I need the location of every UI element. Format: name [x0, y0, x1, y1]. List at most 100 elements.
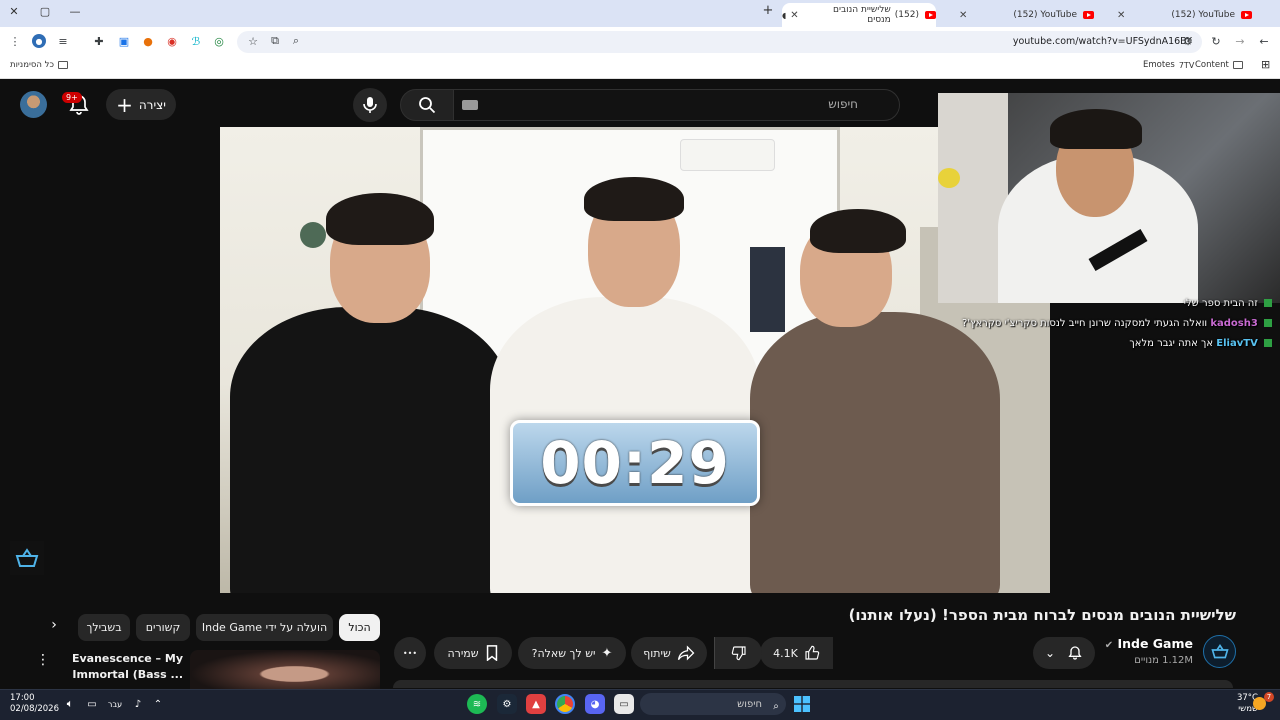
new-tab-button[interactable]: +: [760, 3, 776, 18]
chat-username: kadosh3: [1210, 318, 1258, 329]
recommendation-title-line: Immortal (Bass ...: [72, 668, 183, 681]
reading-list-icon[interactable]: ≡: [56, 34, 70, 48]
tab-active-video[interactable]: (152) שלישיית הנובים מנסים ✕ ◖: [782, 3, 936, 27]
share-button[interactable]: שיתוף: [631, 637, 707, 669]
description-box[interactable]: [393, 680, 1233, 688]
install-app-icon[interactable]: ⧉: [268, 34, 282, 48]
minimize-window-icon[interactable]: —: [67, 5, 83, 18]
bell-icon: [1068, 646, 1082, 660]
bookmark-emotes[interactable]: Emotes 7TV: [1143, 60, 1194, 70]
all-bookmarks[interactable]: כל הסימניות: [10, 60, 68, 70]
emotes-label: Emotes: [1143, 60, 1175, 70]
profile-icon[interactable]: ●: [32, 34, 46, 48]
close-tab-icon[interactable]: ✕: [959, 10, 967, 21]
chat-text: וואלה הגעתי למסקנה שרונן חייב לנסות סקרי…: [962, 318, 1208, 329]
thumbs-up-icon: [805, 645, 820, 660]
windows-start-icon[interactable]: [792, 694, 812, 714]
save-button[interactable]: שמירה: [434, 637, 512, 669]
voice-search-button[interactable]: [353, 88, 387, 122]
chat-message: זה הבית ספר שלי: [1184, 298, 1272, 309]
live-chat-overlay: זה הבית ספר שלי kadosh3 וואלה הגעתי למסק…: [938, 298, 1280, 356]
ask-label: יש לך שאלה?: [531, 646, 596, 660]
video-player[interactable]: [220, 127, 1050, 593]
more-vert-icon[interactable]: ⋮: [36, 652, 50, 668]
bookmark-star-icon[interactable]: ☆: [246, 34, 260, 48]
extension-grammarly-icon[interactable]: ◎: [212, 34, 226, 48]
discord-icon[interactable]: ◕: [585, 694, 605, 714]
emotes-icon: 7TV: [1178, 60, 1195, 70]
file-explorer-icon[interactable]: ▭: [614, 694, 634, 714]
tab-youtube-3[interactable]: (152) YouTube ✕: [1096, 3, 1252, 27]
chrome-icon[interactable]: [555, 694, 575, 714]
dislike-button[interactable]: [714, 637, 762, 669]
chat-username: EliavTV: [1216, 338, 1258, 349]
tray-chevron-icon[interactable]: ⌃: [148, 694, 168, 714]
language-indicator[interactable]: עבר: [103, 694, 127, 714]
url-text[interactable]: youtube.com/watch?v=UFSydnA16BY: [1013, 36, 1192, 47]
all-bookmarks-label: כל הסימניות: [10, 60, 54, 70]
tab-title: (152) YouTube: [1013, 10, 1077, 20]
extension-orange-icon[interactable]: ●: [141, 34, 155, 48]
keyboard-icon[interactable]: [462, 100, 478, 110]
plus-icon: +: [116, 92, 133, 117]
like-button[interactable]: 4.1K: [760, 637, 833, 669]
taskbar-search[interactable]: חיפוש: [640, 693, 786, 715]
like-count: 4.1K: [773, 646, 798, 660]
create-button[interactable]: יצירה +: [106, 89, 176, 120]
menu-dots-icon[interactable]: ⋮: [8, 34, 22, 48]
speaker-icon[interactable]: 🔈︎: [60, 694, 80, 714]
chip-all[interactable]: הכול: [339, 614, 380, 641]
channel-avatar[interactable]: [1203, 635, 1236, 668]
recommendation-thumbnail[interactable]: [190, 650, 380, 690]
recommendation-title[interactable]: Evanescence – My Immortal (Bass ...: [63, 651, 183, 683]
search-button[interactable]: [400, 89, 454, 121]
zoom-icon[interactable]: ⌕: [289, 34, 303, 48]
subscriber-count: 1.12M מנויים: [1134, 655, 1193, 666]
extension-screen-icon[interactable]: ▣: [117, 34, 131, 48]
chat-message: kadosh3 וואלה הגעתי למסקנה שרונן חייב לנ…: [962, 318, 1272, 329]
chevron-right-icon[interactable]: ›: [44, 617, 64, 637]
chip-for-you[interactable]: בשבילך: [78, 614, 130, 641]
subscription-notifications-button[interactable]: ⌄: [1033, 637, 1095, 669]
chat-badge-icon: [1264, 339, 1272, 347]
audio-icon[interactable]: ◖: [782, 11, 786, 20]
clock[interactable]: 17:00 02/08/2026: [10, 693, 59, 715]
reload-icon[interactable]: ↻: [1209, 34, 1223, 48]
forward-icon[interactable]: →: [1233, 34, 1247, 48]
folder-icon: [1232, 61, 1243, 69]
sparkle-icon: ✦: [601, 645, 613, 661]
ask-button[interactable]: ✦ יש לך שאלה?: [518, 637, 626, 669]
notification-badge: 9+: [62, 92, 82, 103]
network-icon[interactable]: ▭: [82, 694, 102, 714]
content-label: Content: [1195, 60, 1229, 70]
channel-name[interactable]: Inde Game ✔: [1105, 636, 1193, 651]
chat-text: זה הבית ספר שלי: [1183, 298, 1258, 309]
thumbs-down-icon: [731, 646, 746, 661]
weather-badge: 7: [1264, 692, 1274, 702]
bookmark-content[interactable]: Content: [1195, 60, 1243, 70]
close-tab-icon[interactable]: ✕: [790, 10, 798, 21]
extension-red-icon[interactable]: ◉: [165, 34, 179, 48]
avatar[interactable]: [20, 91, 47, 118]
site-settings-icon[interactable]: ⚙: [1181, 34, 1195, 48]
spotify-icon[interactable]: ≋: [467, 694, 487, 714]
verified-icon: ✔: [1104, 640, 1114, 651]
close-tab-icon[interactable]: ✕: [1117, 10, 1125, 21]
extensions-icon[interactable]: ✚: [92, 34, 106, 48]
steam-icon[interactable]: ⚙: [497, 694, 517, 714]
chip-uploaded-by[interactable]: הועלה על ידי Inde Game: [196, 614, 333, 641]
chip-related[interactable]: קשורים: [136, 614, 190, 641]
recommendation-title-line: Evanescence – My: [71, 652, 183, 665]
maximize-window-icon[interactable]: ▢: [37, 5, 53, 18]
microphone-icon: [363, 97, 377, 113]
back-icon[interactable]: ←: [1257, 34, 1271, 48]
apps-grid-icon[interactable]: ⊞: [1261, 58, 1270, 71]
youtube-favicon-icon: [1241, 11, 1252, 19]
more-actions-button[interactable]: •••: [394, 637, 426, 669]
mic-tray-icon[interactable]: ♪: [128, 694, 148, 714]
tab-youtube-2[interactable]: (152) YouTube ✕: [938, 3, 1094, 27]
app-red-icon[interactable]: ▲: [526, 694, 546, 714]
extension-translate-icon[interactable]: ℬ: [189, 34, 203, 48]
chat-badge-icon: [1264, 299, 1272, 307]
close-window-icon[interactable]: ✕: [6, 5, 22, 18]
